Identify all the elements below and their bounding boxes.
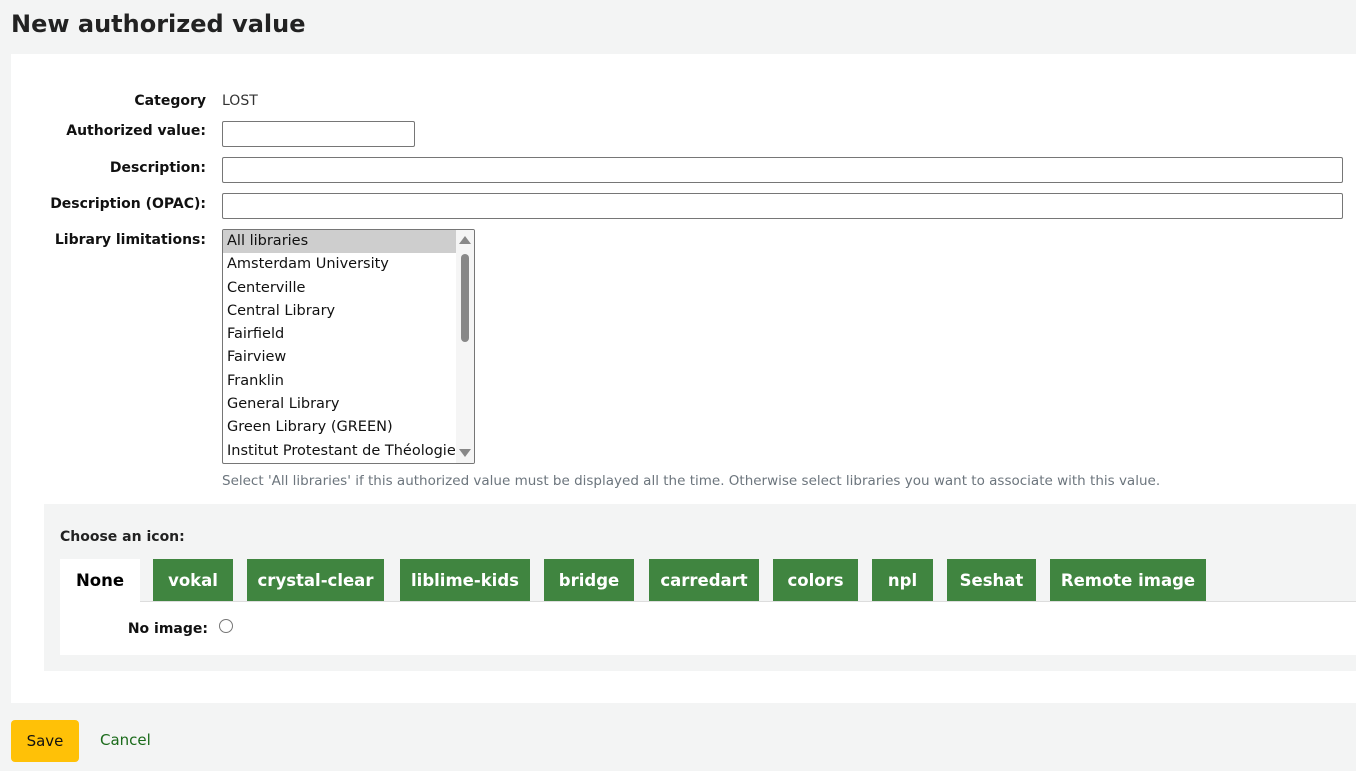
library-limitations-select[interactable]: All libraries Amsterdam University Cente… <box>222 229 475 464</box>
icon-legend: Choose an icon: <box>60 529 185 545</box>
category-value: LOST <box>222 93 258 109</box>
library-option[interactable]: Franklin <box>223 370 456 393</box>
description-input[interactable] <box>222 157 1343 183</box>
library-option[interactable]: Institut Protestant de Théologie <box>223 440 456 463</box>
description-opac-input[interactable] <box>222 193 1343 219</box>
library-limitations-label: Library limitations: <box>54 232 206 248</box>
description-opac-label: Description (OPAC): <box>50 196 206 212</box>
tab-colors[interactable]: colors <box>773 559 858 602</box>
library-option[interactable]: All libraries <box>223 230 456 254</box>
scrollbar-thumb[interactable] <box>461 254 469 342</box>
scroll-down-icon[interactable] <box>459 449 471 457</box>
library-option[interactable]: Green Library (GREEN) <box>223 416 456 439</box>
cancel-link[interactable]: Cancel <box>100 731 151 749</box>
page-title: New authorized value <box>11 10 306 38</box>
tab-none[interactable]: None <box>60 559 140 602</box>
library-help-text: Select 'All libraries' if this authorize… <box>222 473 1161 489</box>
tab-carredart[interactable]: carredart <box>649 559 759 602</box>
library-option[interactable]: Fairfield <box>223 323 456 346</box>
scroll-up-icon[interactable] <box>459 236 471 244</box>
authorized-value-input[interactable] <box>222 121 415 147</box>
tab-liblime-kids[interactable]: liblime-kids <box>400 559 530 602</box>
library-option[interactable]: Centerville <box>223 277 456 300</box>
library-option[interactable]: General Library <box>223 393 456 416</box>
no-image-radio[interactable] <box>219 619 233 633</box>
tab-remote-image[interactable]: Remote image <box>1050 559 1206 602</box>
no-image-label: No image: <box>127 621 208 637</box>
library-option[interactable]: Fairview <box>223 346 456 369</box>
tab-npl[interactable]: npl <box>872 559 933 602</box>
save-button[interactable]: Save <box>11 720 79 762</box>
tab-vokal[interactable]: vokal <box>153 559 233 602</box>
scrollbar[interactable] <box>456 230 474 463</box>
authorized-value-label: Authorized value: <box>66 123 206 139</box>
description-label: Description: <box>109 160 206 176</box>
tab-panel-none <box>60 602 1356 655</box>
category-label: Category <box>134 93 206 109</box>
tab-seshat[interactable]: Seshat <box>947 559 1036 602</box>
library-option[interactable]: Amsterdam University <box>223 253 456 276</box>
tab-crystal-clear[interactable]: crystal-clear <box>247 559 384 602</box>
library-option[interactable]: Central Library <box>223 300 456 323</box>
tab-bridge[interactable]: bridge <box>544 559 634 602</box>
